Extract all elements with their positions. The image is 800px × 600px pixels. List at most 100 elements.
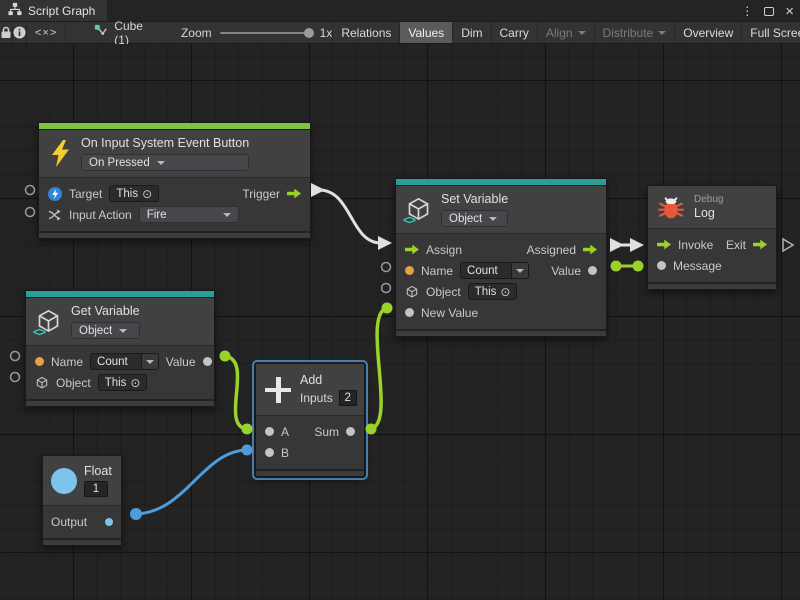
variable-color-bar <box>396 179 606 186</box>
input-action-port-label: Input Action <box>69 208 132 222</box>
node-footer <box>26 399 214 406</box>
node-debug-log[interactable]: Debug Log Invoke Exit Message <box>647 185 777 290</box>
output-port-label: Output <box>51 515 87 529</box>
overview-button[interactable]: Overview <box>674 22 741 43</box>
variable-scope-dropdown[interactable]: Object <box>71 322 140 339</box>
variable-name-dropdown[interactable]: Count <box>460 262 529 279</box>
variable-name-dropdown[interactable]: Count <box>90 353 159 370</box>
dropdown-value: Fire <box>147 209 167 221</box>
event-mode-dropdown[interactable]: On Pressed <box>81 154 249 171</box>
object-port-label: Object <box>426 285 461 299</box>
graph-icon <box>8 2 22 19</box>
dropdown-value: Count <box>91 356 134 368</box>
button-label: Overview <box>683 26 733 40</box>
variable-angle-icon: <> <box>33 325 45 339</box>
variable-angle-icon: <> <box>403 213 415 227</box>
b-port-label: B <box>281 446 289 460</box>
exit-output-port[interactable] <box>753 239 767 250</box>
assign-input-port[interactable] <box>405 244 419 255</box>
chevron-box[interactable] <box>141 354 158 369</box>
breadcrumb[interactable]: Cube (1) <box>86 22 151 43</box>
name-input-port[interactable] <box>35 357 44 366</box>
invoke-input-port[interactable] <box>657 239 671 250</box>
target-object-button[interactable]: This ⊙ <box>109 185 159 202</box>
zoom-slider[interactable] <box>220 32 312 34</box>
node-add[interactable]: Add Inputs 2 A Sum B <box>255 363 365 477</box>
sum-output-port[interactable] <box>346 427 355 436</box>
exit-port-label: Exit <box>726 238 746 252</box>
node-category: Debug <box>694 194 723 205</box>
value-output-port[interactable] <box>203 357 212 366</box>
object-cube-icon <box>35 376 49 390</box>
node-title: Float <box>84 464 112 478</box>
b-input-port[interactable] <box>265 448 274 457</box>
target-picker-icon: ⊙ <box>500 285 510 299</box>
object-this-button[interactable]: This ⊙ <box>98 374 148 391</box>
dropdown-value: Count <box>461 265 504 277</box>
event-color-bar <box>39 123 310 130</box>
plus-icon <box>265 377 291 403</box>
button-label: Full Screen <box>750 26 800 40</box>
assign-port-label: Assign <box>426 243 462 257</box>
new-value-input-port[interactable] <box>405 308 414 317</box>
value-output-port[interactable] <box>588 266 597 275</box>
chevron-down-icon <box>119 329 127 333</box>
object-cube-icon <box>405 285 419 299</box>
input-action-icon <box>48 208 62 222</box>
close-icon[interactable]: × <box>785 4 794 19</box>
script-graph-icon <box>94 24 108 41</box>
new-value-port-label: New Value <box>421 306 478 320</box>
node-get-variable[interactable]: <> Get Variable Object Name Count Value … <box>25 290 215 407</box>
node-footer <box>648 282 776 289</box>
trigger-output-port[interactable] <box>287 188 301 199</box>
fullscreen-button[interactable]: Full Screen <box>741 22 800 43</box>
node-footer <box>396 329 606 336</box>
chevron-down-icon <box>157 161 165 165</box>
input-action-dropdown[interactable]: Fire <box>139 206 239 223</box>
chevron-down-icon <box>658 31 666 35</box>
a-input-port[interactable] <box>265 427 274 436</box>
button-label: Align <box>546 26 573 40</box>
variable-cube-icon: <> <box>405 196 432 223</box>
target-picker-icon: ⊙ <box>130 376 140 390</box>
object-this-value: This <box>105 377 127 389</box>
variable-color-bar <box>26 291 214 298</box>
dropdown-value: Object <box>449 213 482 225</box>
chevron-down-icon <box>578 31 586 35</box>
angle-x-button[interactable]: <×> <box>27 22 66 43</box>
variable-scope-dropdown[interactable]: Object <box>441 210 508 227</box>
name-port-label: Name <box>421 264 453 278</box>
distribute-button[interactable]: Distribute <box>594 22 675 43</box>
node-on-input-system-event-button[interactable]: On Input System Event Button On Pressed … <box>38 122 311 239</box>
chevron-box[interactable] <box>511 263 528 278</box>
name-input-port[interactable] <box>405 266 414 275</box>
node-title: Set Variable <box>441 192 508 206</box>
message-input-port[interactable] <box>657 261 666 270</box>
carry-button[interactable]: Carry <box>491 22 537 43</box>
tab-script-graph[interactable]: Script Graph <box>0 0 107 21</box>
angle-x-icon: <×> <box>35 27 57 39</box>
dim-button[interactable]: Dim <box>452 22 490 43</box>
maximize-icon[interactable] <box>764 7 774 16</box>
inputs-count-field[interactable]: 2 <box>339 390 357 406</box>
chevron-down-icon <box>516 269 524 273</box>
info-button[interactable] <box>13 22 27 43</box>
trigger-port-label: Trigger <box>242 187 280 201</box>
variable-cube-icon: <> <box>35 308 62 335</box>
message-port-label: Message <box>673 259 722 273</box>
kebab-menu-icon[interactable]: ⋮ <box>741 5 753 17</box>
lock-button[interactable] <box>0 22 13 43</box>
object-this-button[interactable]: This ⊙ <box>468 283 518 300</box>
align-button[interactable]: Align <box>537 22 594 43</box>
assigned-output-port[interactable] <box>583 244 597 255</box>
float-value-field[interactable]: 1 <box>84 481 108 497</box>
values-button[interactable]: Values <box>399 22 452 43</box>
zoom-slider-handle[interactable] <box>304 28 314 38</box>
relations-button[interactable]: Relations <box>332 22 399 43</box>
node-float[interactable]: Float 1 Output <box>42 455 122 546</box>
zoom-value: 1x <box>320 26 333 40</box>
node-set-variable[interactable]: <> Set Variable Object Assign Assigned N… <box>395 178 607 337</box>
output-port[interactable] <box>105 518 113 526</box>
target-picker-icon: ⊙ <box>142 187 152 201</box>
button-label: Distribute <box>603 26 654 40</box>
